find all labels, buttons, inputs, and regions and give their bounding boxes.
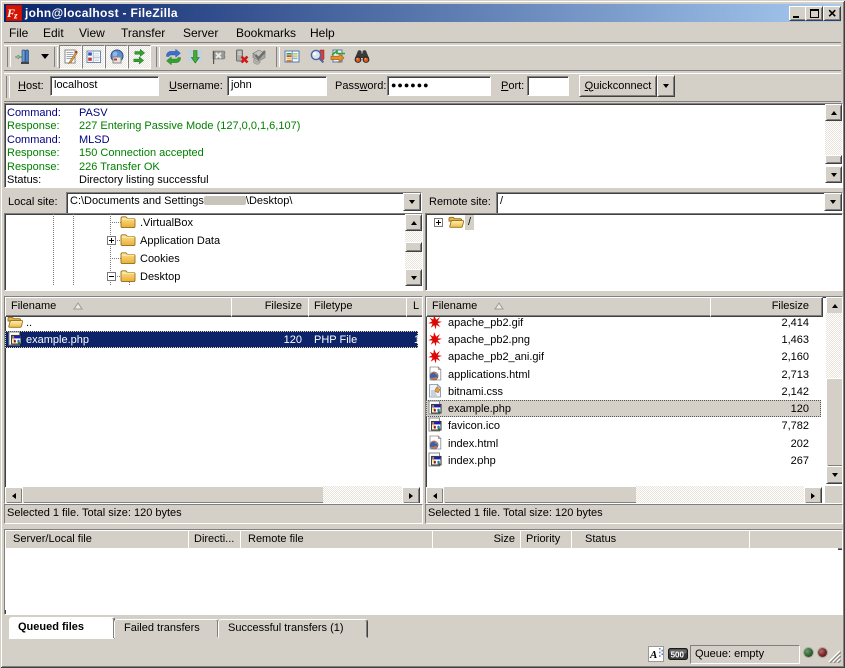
svg-text:500: 500 [671, 651, 685, 660]
svg-text:A: A [649, 649, 657, 661]
svg-text:z: z [13, 11, 18, 21]
